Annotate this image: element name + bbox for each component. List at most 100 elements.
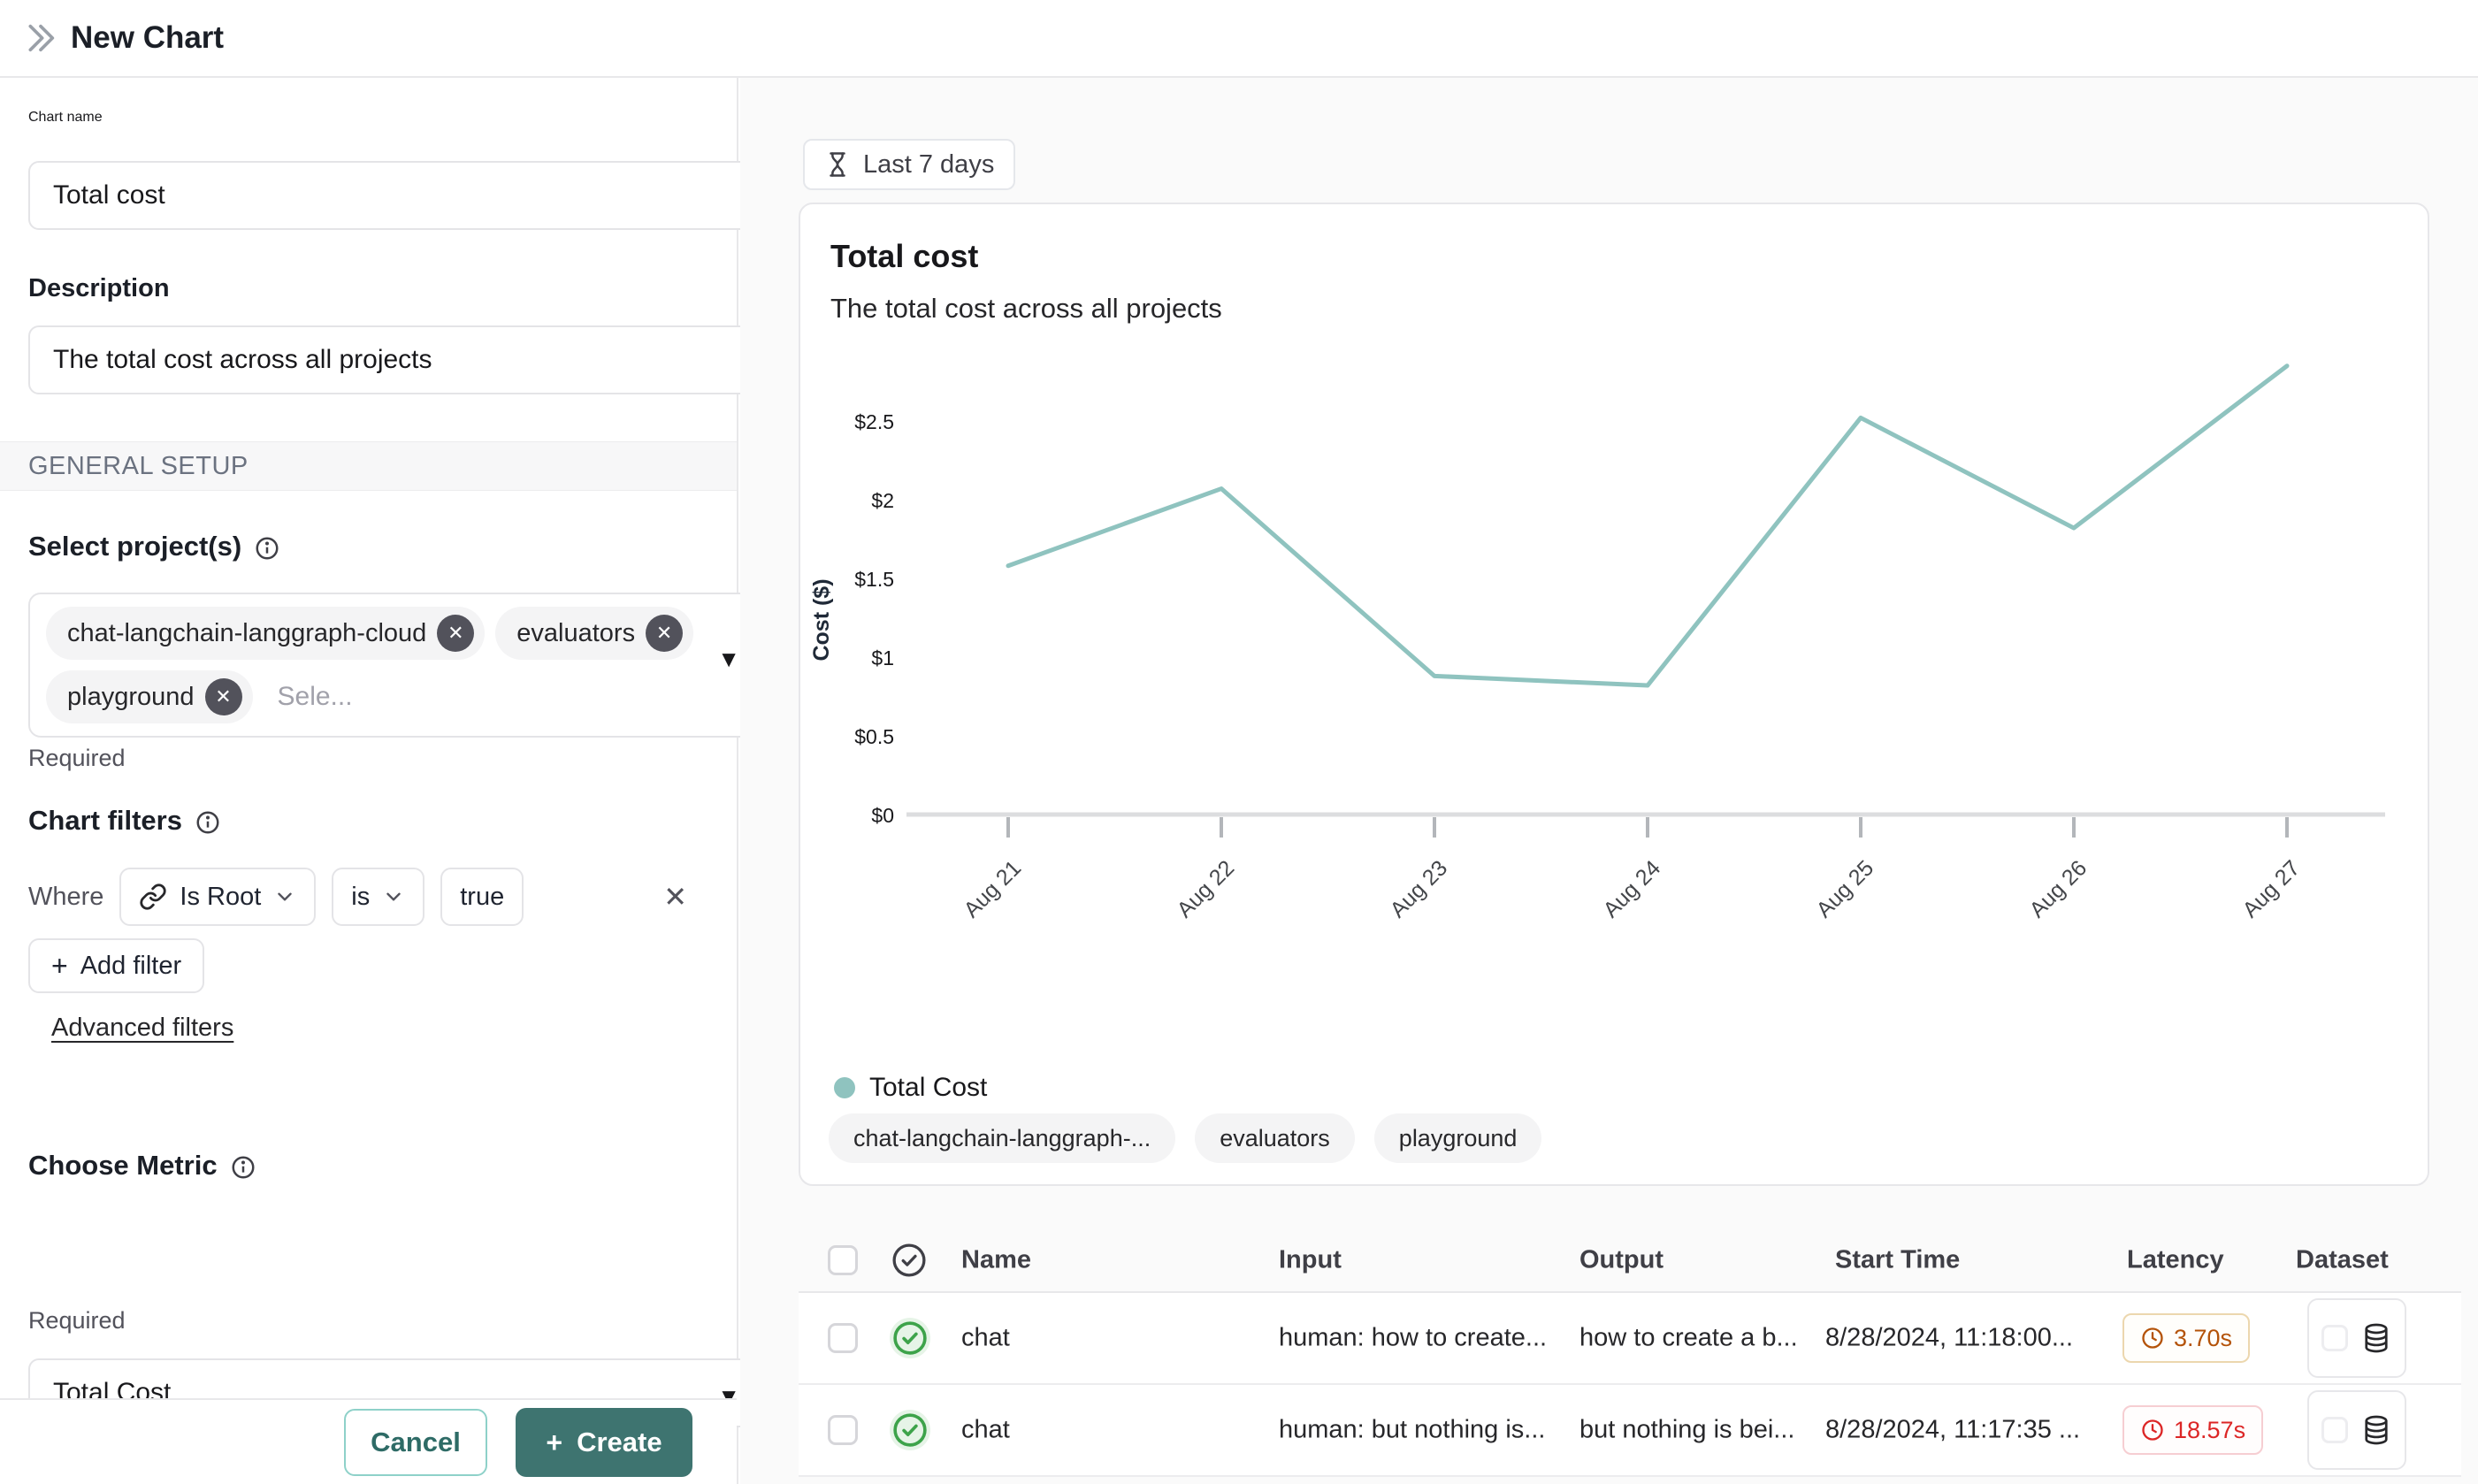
project-tag-label: evaluators [516, 619, 635, 648]
svg-text:Aug 25: Aug 25 [1811, 855, 1878, 922]
plus-icon: + [51, 952, 68, 980]
filter-field-select[interactable]: Is Root [119, 868, 316, 926]
cancel-button[interactable]: Cancel [344, 1409, 487, 1476]
project-tag: evaluators ✕ [495, 607, 693, 660]
project-tag: chat-langchain-langgraph-cloud ✕ [46, 607, 485, 660]
svg-text:Aug 23: Aug 23 [1385, 855, 1452, 922]
sidebar-action-bar: Cancel + Create [0, 1398, 737, 1484]
table-row[interactable]: chat human: but nothing is... but nothin… [799, 1385, 2461, 1477]
info-icon[interactable] [195, 809, 221, 836]
add-filter-label: Add filter [80, 952, 181, 981]
run-name[interactable]: chat [961, 1416, 1010, 1445]
svg-text:Aug 24: Aug 24 [1598, 855, 1665, 922]
row-checkbox[interactable] [828, 1415, 858, 1445]
create-label: Create [577, 1427, 662, 1458]
chart-filters-label-row: Chart filters [28, 805, 708, 837]
dataset-checkbox[interactable] [2321, 1417, 2348, 1443]
remove-tag-icon[interactable]: ✕ [646, 615, 683, 652]
create-button[interactable]: + Create [516, 1408, 692, 1477]
svg-text:Aug 21: Aug 21 [959, 855, 1026, 922]
add-filter-button[interactable]: + Add filter [28, 938, 204, 993]
run-name[interactable]: chat [961, 1324, 1010, 1353]
svg-text:$0.5: $0.5 [854, 725, 894, 748]
latency-badge: 18.57s [2122, 1405, 2263, 1455]
run-input: human: how to create... [1279, 1324, 1547, 1353]
add-filter-wrap: + Add filter [28, 938, 708, 993]
filter-field-value: Is Root [180, 883, 261, 912]
success-status-icon [890, 1410, 930, 1450]
col-output[interactable]: Output [1579, 1245, 1663, 1274]
collapse-panel-icon[interactable] [23, 20, 58, 56]
svg-text:$1.5: $1.5 [854, 568, 894, 591]
latency-badge-wrap: 3.70s [2122, 1313, 2250, 1363]
chart-name-value: Total cost [53, 180, 165, 210]
filter-value-input[interactable]: true [440, 868, 524, 926]
svg-text:Aug 22: Aug 22 [1172, 855, 1239, 922]
chart-project-tags: chat-langchain-langgraph-... evaluators … [829, 1113, 1541, 1163]
col-name[interactable]: Name [961, 1245, 1031, 1274]
chart-preview-panel: Last 7 days Total cost The total cost ac… [740, 78, 2478, 1484]
col-dataset[interactable]: Dataset [2296, 1245, 2389, 1274]
add-to-dataset-button[interactable] [2307, 1390, 2406, 1470]
col-latency[interactable]: Latency [2127, 1245, 2224, 1274]
filter-value: true [460, 883, 504, 912]
database-icon [2360, 1414, 2392, 1446]
latency-badge: 3.70s [2122, 1313, 2250, 1363]
select-all-checkbox[interactable] [828, 1245, 858, 1275]
hourglass-icon [824, 151, 851, 178]
svg-text:$0: $0 [871, 804, 894, 827]
where-label: Where [28, 883, 103, 912]
chart-subtitle: The total cost across all projects [830, 293, 1222, 325]
latency-value: 18.57s [2174, 1417, 2245, 1444]
legend-dot [834, 1077, 855, 1098]
legend-label: Total Cost [869, 1073, 987, 1103]
status-column-icon [890, 1241, 929, 1280]
time-range-label: Last 7 days [863, 150, 994, 180]
info-icon[interactable] [254, 535, 280, 562]
table-row[interactable]: chat human: how to create... how to crea… [799, 1293, 2461, 1385]
time-range-button[interactable]: Last 7 days [803, 139, 1015, 190]
link-icon [139, 883, 167, 911]
project-search-placeholder[interactable]: Sele... [264, 682, 353, 712]
description-label: Description [28, 274, 708, 303]
project-tag-label: chat-langchain-langgraph-cloud [67, 619, 426, 648]
info-icon[interactable] [230, 1154, 256, 1181]
filter-row: Where Is Root is true ✕ [28, 868, 708, 926]
chart-name-label: Chart name [28, 110, 708, 126]
description-value: The total cost across all projects [53, 345, 432, 375]
dropdown-caret-icon[interactable]: ▼ [717, 646, 740, 673]
advanced-filters-link[interactable]: Advanced filters [51, 1014, 233, 1043]
page-header: New Chart [0, 0, 2478, 78]
run-start-time: 8/28/2024, 11:17:35 ... [1825, 1416, 2080, 1445]
project-tag-label: playground [67, 683, 195, 712]
remove-tag-icon[interactable]: ✕ [437, 615, 474, 652]
description-input[interactable]: The total cost across all projects [28, 325, 765, 394]
dataset-checkbox[interactable] [2321, 1325, 2348, 1351]
row-checkbox[interactable] [828, 1323, 858, 1353]
run-input: human: but nothing is... [1279, 1416, 1545, 1445]
col-start-time[interactable]: Start Time [1835, 1245, 1960, 1274]
clock-icon [2140, 1326, 2165, 1350]
cancel-label: Cancel [371, 1427, 461, 1458]
remove-filter-icon[interactable]: ✕ [663, 880, 687, 914]
svg-text:Cost ($): Cost ($) [809, 578, 834, 661]
chart-name-input[interactable]: Total cost [28, 161, 765, 230]
latency-value: 3.70s [2174, 1325, 2232, 1352]
select-projects-label-row: Select project(s) [28, 531, 708, 562]
choose-metric-label-row: Choose Metric [28, 1150, 708, 1182]
add-to-dataset-button[interactable] [2307, 1298, 2406, 1378]
chart-legend: Total Cost [834, 1073, 987, 1103]
chart-project-tag: playground [1374, 1113, 1542, 1163]
run-output: how to create a b... [1579, 1324, 1798, 1353]
project-tag: playground ✕ [46, 670, 253, 723]
remove-tag-icon[interactable]: ✕ [205, 678, 242, 715]
runs-table: Name Input Output Start Time Latency Dat… [799, 1228, 2461, 1477]
project-multiselect[interactable]: chat-langchain-langgraph-cloud ✕ evaluat… [28, 593, 765, 738]
svg-text:$2.5: $2.5 [854, 410, 894, 433]
filter-operator-value: is [351, 883, 370, 912]
database-icon [2360, 1322, 2392, 1354]
page-title: New Chart [71, 20, 224, 56]
filter-operator-select[interactable]: is [332, 868, 424, 926]
col-input[interactable]: Input [1279, 1245, 1342, 1274]
chevron-down-icon [382, 885, 405, 908]
